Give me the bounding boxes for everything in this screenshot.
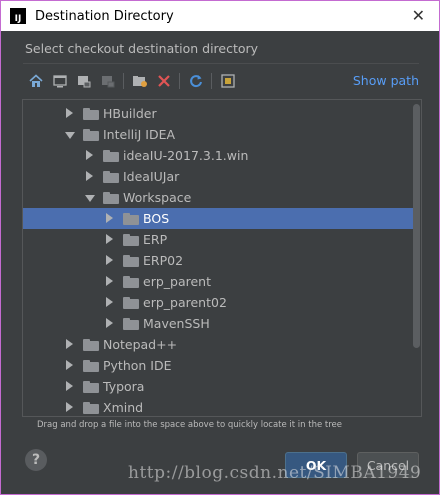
toolbar: Show path: [23, 67, 421, 95]
folder-icon: [123, 213, 139, 225]
tree-item[interactable]: BOS: [23, 208, 415, 229]
tree-scrollbar[interactable]: [413, 104, 420, 348]
new-folder-icon[interactable]: [131, 72, 149, 90]
tree-item-label: Notepad++: [103, 337, 178, 352]
chevron-right-icon[interactable]: [66, 381, 73, 391]
tree-item[interactable]: HBuilder: [23, 103, 415, 124]
intellij-icon: IJ: [10, 8, 26, 24]
toolbar-separator: [123, 73, 124, 89]
tree-item[interactable]: Xmind: [23, 397, 415, 416]
tree-item[interactable]: erp_parent02: [23, 292, 415, 313]
directory-tree[interactable]: HBuilder IntelliJ IDEA ideaIU-2017.3.1.win…: [22, 99, 422, 417]
chevron-right-icon[interactable]: [86, 150, 93, 160]
chevron-right-icon[interactable]: [66, 339, 73, 349]
tree-item[interactable]: IntelliJ IDEA: [23, 124, 415, 145]
close-icon[interactable]: ✕: [412, 6, 425, 25]
folder-icon: [83, 360, 99, 372]
folder-icon: [103, 171, 119, 183]
delete-icon[interactable]: [155, 72, 173, 90]
folder-icon: [103, 150, 119, 162]
folder-icon: [123, 255, 139, 267]
folder-icon: [123, 318, 139, 330]
tree-item-label: Typora: [103, 379, 145, 394]
module-icon[interactable]: [99, 72, 117, 90]
divider: [23, 63, 419, 64]
folder-icon: [103, 192, 119, 204]
tree-item-label: ERP: [143, 232, 168, 247]
tree-item[interactable]: Typora: [23, 376, 415, 397]
tree-item-label: IntelliJ IDEA: [103, 127, 176, 142]
chevron-right-icon[interactable]: [66, 108, 73, 118]
folder-icon: [123, 234, 139, 246]
folder-icon: [83, 339, 99, 351]
chevron-right-icon[interactable]: [66, 360, 73, 370]
folder-icon: [83, 108, 99, 120]
folder-icon: [123, 276, 139, 288]
tree-item[interactable]: IdeaIUJar: [23, 166, 415, 187]
tree-item[interactable]: ERP02: [23, 250, 415, 271]
folder-icon: [123, 297, 139, 309]
watermark-text: http://blog.csdn.net/SIMBA1949: [128, 463, 422, 483]
chevron-right-icon[interactable]: [106, 234, 113, 244]
destination-directory-dialog: IJ Destination Directory ✕ Select checko…: [0, 0, 440, 495]
tree-item-label: Python IDE: [103, 358, 172, 373]
tree-item-label: erp_parent02: [143, 295, 227, 310]
chevron-right-icon[interactable]: [86, 171, 93, 181]
tree-item-label: IdeaIUJar: [123, 169, 180, 184]
show-path-link[interactable]: Show path: [353, 73, 419, 88]
chevron-right-icon[interactable]: [106, 297, 113, 307]
chevron-right-icon[interactable]: [106, 276, 113, 286]
toolbar-separator: [211, 73, 212, 89]
folder-icon: [83, 402, 99, 414]
tree-item[interactable]: Notepad++: [23, 334, 415, 355]
tree-item[interactable]: ideaIU-2017.3.1.win: [23, 145, 415, 166]
tree-item-label: HBuilder: [103, 106, 157, 121]
tree-item[interactable]: MavenSSH: [23, 313, 415, 334]
chevron-down-icon[interactable]: [65, 132, 75, 139]
tree-item[interactable]: erp_parent: [23, 271, 415, 292]
project-icon[interactable]: [75, 72, 93, 90]
tree-item[interactable]: Python IDE: [23, 355, 415, 376]
tree-item-label: ERP02: [143, 253, 184, 268]
tree-item-label: BOS: [143, 211, 170, 226]
dialog-subtitle: Select checkout destination directory: [25, 41, 259, 56]
chevron-right-icon[interactable]: [106, 213, 113, 223]
tree-item[interactable]: ERP: [23, 229, 415, 250]
window-title: Destination Directory: [35, 8, 174, 24]
refresh-icon[interactable]: [187, 72, 205, 90]
desktop-icon[interactable]: [51, 72, 69, 90]
chevron-right-icon[interactable]: [106, 318, 113, 328]
title-bar[interactable]: IJ Destination Directory ✕: [1, 1, 439, 31]
tree-item-label: ideaIU-2017.3.1.win: [123, 148, 249, 163]
chevron-right-icon[interactable]: [106, 255, 113, 265]
chevron-right-icon[interactable]: [66, 402, 73, 412]
tree-item-label: Xmind: [103, 400, 144, 415]
tree-item-label: erp_parent: [143, 274, 211, 289]
drag-drop-hint: Drag and drop a file into the space abov…: [37, 420, 343, 430]
tree-item[interactable]: Workspace: [23, 187, 415, 208]
toolbar-separator: [179, 73, 180, 89]
chevron-down-icon[interactable]: [85, 195, 95, 202]
show-hidden-icon[interactable]: [219, 72, 237, 90]
folder-icon: [83, 381, 99, 393]
tree-item-label: MavenSSH: [143, 316, 210, 331]
folder-icon: [83, 129, 99, 141]
help-button[interactable]: ?: [25, 449, 47, 471]
home-icon[interactable]: [27, 72, 45, 90]
tree-item-label: Workspace: [123, 190, 192, 205]
